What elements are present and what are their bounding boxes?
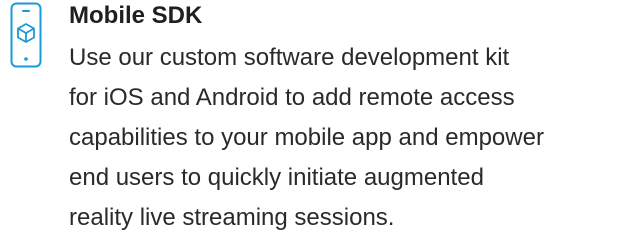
feature-block: Mobile SDK Use our custom software devel… <box>0 0 642 247</box>
description-line: reality live streaming sessions. <box>69 204 395 231</box>
feature-description: Use our custom software development kit … <box>69 38 639 238</box>
description-line: end users to quickly initiate augmented <box>69 164 484 191</box>
description-line: capabilities to your mobile app and empo… <box>69 124 544 151</box>
mobile-cube-icon <box>10 2 42 68</box>
feature-title: Mobile SDK <box>69 2 203 29</box>
description-line: Use our custom software development kit <box>69 44 510 71</box>
description-line: for iOS and Android to add remote access <box>69 84 515 111</box>
